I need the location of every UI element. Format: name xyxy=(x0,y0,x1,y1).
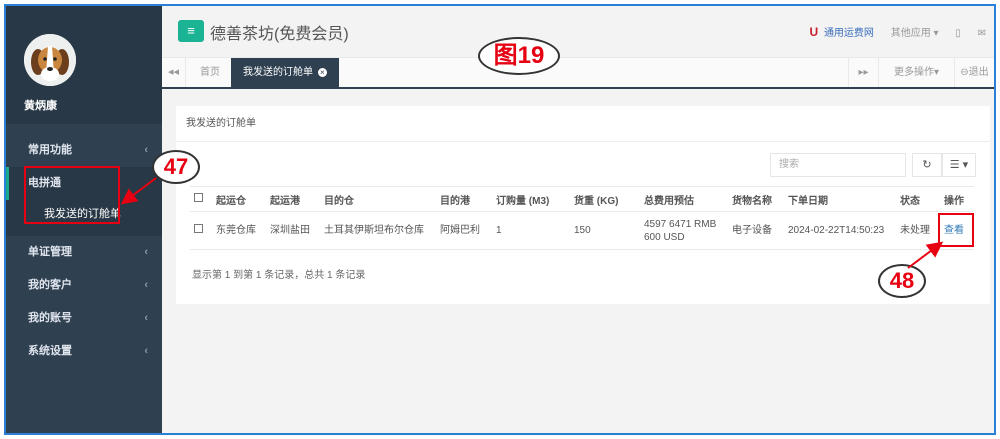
app-title: 德善茶坊(免费会员) xyxy=(210,26,349,43)
refresh-button[interactable]: ↻ xyxy=(912,153,942,177)
column-header[interactable]: 货物名称 xyxy=(728,186,784,212)
search-input[interactable]: 搜索 xyxy=(770,153,906,177)
freight-site-link[interactable]: 通用运费网 xyxy=(824,28,874,39)
chevron-left-icon: ‹ xyxy=(144,345,148,357)
table-header-row: 起运仓 起运港 目的仓 目的港 订购量 (M3) 货重 (KG) 总费用预估 货… xyxy=(190,186,974,212)
sidebar-item-settings[interactable]: 系统设置 ‹ xyxy=(6,335,162,368)
cell-goods: 电子设备 xyxy=(728,211,784,250)
content-panel: 我发送的订舱单 搜索 ↻ ☰ ▾ 起运仓 起运港 目的仓 目的港 订购量 (M3… xyxy=(176,106,990,304)
tab-home[interactable]: 首页 xyxy=(188,58,232,87)
avatar[interactable] xyxy=(24,34,76,86)
profile-section: 黄炳康 xyxy=(6,6,162,124)
sidebar-item-account[interactable]: 我的账号 ‹ xyxy=(6,302,162,335)
step-48-badge: 48 xyxy=(878,264,926,298)
column-header[interactable]: 下单日期 xyxy=(784,186,896,212)
top-right-links: U 通用运费网 其他应用 ▾ ▯ ✉ xyxy=(809,24,986,39)
pagination-info: 显示第 1 到第 1 条记录，总共 1 条记录 xyxy=(192,270,366,281)
cell-order-date: 2024-02-22T14:50:23 xyxy=(784,211,896,250)
logout-button[interactable]: ⊖退出 xyxy=(954,58,994,87)
tab-my-bookings[interactable]: 我发送的订舱单 × xyxy=(231,58,339,87)
column-header[interactable]: 货重 (KG) xyxy=(570,186,640,212)
more-operations-dropdown[interactable]: 更多操作▾ xyxy=(878,58,954,87)
dog-avatar-icon xyxy=(24,34,76,86)
menu-toggle-button[interactable]: ≡ xyxy=(178,20,204,42)
sidebar-item-customers[interactable]: 我的客户 ‹ xyxy=(6,269,162,302)
cell-dest-port: 阿姆巴利 xyxy=(436,211,492,250)
highlight-box-sidebar xyxy=(24,166,120,224)
brand-logo-icon: U xyxy=(809,25,819,39)
mail-icon[interactable]: ✉ xyxy=(978,28,986,39)
highlight-box-view xyxy=(938,213,974,247)
table-row: 东莞仓库 深圳盐田 土耳其伊斯坦布尔仓库 阿姆巴利 1 150 4597 647… xyxy=(190,211,974,250)
cell-origin-warehouse: 东莞仓库 xyxy=(212,211,266,250)
sidebar-item-label: 系统设置 xyxy=(28,345,72,357)
column-header[interactable]: 状态 xyxy=(896,186,940,212)
step-47-badge: 47 xyxy=(152,150,200,184)
sidebar-item-label: 我的客户 xyxy=(28,279,72,291)
row-checkbox[interactable] xyxy=(190,211,212,250)
screenshot-frame: 黄炳康 常用功能 ‹ 电拼通 我发送的订舱单 单证管理 ‹ 我的客户 ‹ 我的账… xyxy=(4,4,996,435)
chevron-left-icon: ‹ xyxy=(144,144,148,156)
select-all-checkbox[interactable] xyxy=(190,186,212,212)
column-header[interactable]: 总费用预估 xyxy=(640,186,728,212)
sidebar-item-common[interactable]: 常用功能 ‹ xyxy=(6,134,162,167)
list-icon: ☰ ▾ xyxy=(949,159,969,171)
sidebar-item-label: 我的账号 xyxy=(28,312,72,324)
column-header[interactable]: 目的仓 xyxy=(320,186,436,212)
cell-status: 未处理 xyxy=(896,211,940,250)
top-navbar: ≡ 德善茶坊(免费会员) U 通用运费网 其他应用 ▾ ▯ ✉ xyxy=(162,6,994,58)
total-cost-usd: 600 USD xyxy=(644,231,685,243)
phone-icon[interactable]: ▯ xyxy=(955,28,961,39)
sidebar-item-documents[interactable]: 单证管理 ‹ xyxy=(6,236,162,269)
figure-label-badge: 图19 xyxy=(478,37,560,75)
sidebar-item-label: 单证管理 xyxy=(28,246,72,258)
chevron-left-icon: ‹ xyxy=(144,246,148,258)
cell-total-cost: 4597 6471 RMB 600 USD xyxy=(640,211,728,250)
cell-origin-port: 深圳盐田 xyxy=(266,211,320,250)
refresh-icon: ↻ xyxy=(922,159,932,171)
cell-dest-warehouse: 土耳其伊斯坦布尔仓库 xyxy=(320,211,436,250)
tab-scroll-left-button[interactable]: ◂◂ xyxy=(162,58,186,87)
cell-weight: 150 xyxy=(570,211,640,250)
close-icon[interactable]: × xyxy=(317,67,327,77)
chevron-left-icon: ‹ xyxy=(144,279,148,291)
username[interactable]: 黄炳康 xyxy=(24,97,57,113)
column-header[interactable]: 订购量 (M3) xyxy=(492,186,570,212)
panel-title: 我发送的订舱单 xyxy=(176,106,990,142)
column-header[interactable]: 起运仓 xyxy=(212,186,266,212)
column-header[interactable]: 目的港 xyxy=(436,186,492,212)
bookings-table: 起运仓 起运港 目的仓 目的港 订购量 (M3) 货重 (KG) 总费用预估 货… xyxy=(190,186,974,250)
column-header[interactable]: 起运港 xyxy=(266,186,320,212)
tab-scroll-right-button[interactable]: ▸▸ xyxy=(848,58,878,87)
column-header[interactable]: 操作 xyxy=(940,186,974,212)
sidebar-item-label: 常用功能 xyxy=(28,144,72,156)
tab-bar: ◂◂ 首页 我发送的订舱单 × ▸▸ 更多操作▾ ⊖退出 xyxy=(162,58,994,89)
columns-toggle-button[interactable]: ☰ ▾ xyxy=(942,153,976,177)
chevron-left-icon: ‹ xyxy=(144,312,148,324)
total-cost-rmb: 4597 6471 RMB xyxy=(644,218,717,230)
tab-label: 我发送的订舱单 xyxy=(243,67,313,78)
other-apps-dropdown[interactable]: 其他应用 ▾ xyxy=(891,28,939,39)
cell-volume: 1 xyxy=(492,211,570,250)
